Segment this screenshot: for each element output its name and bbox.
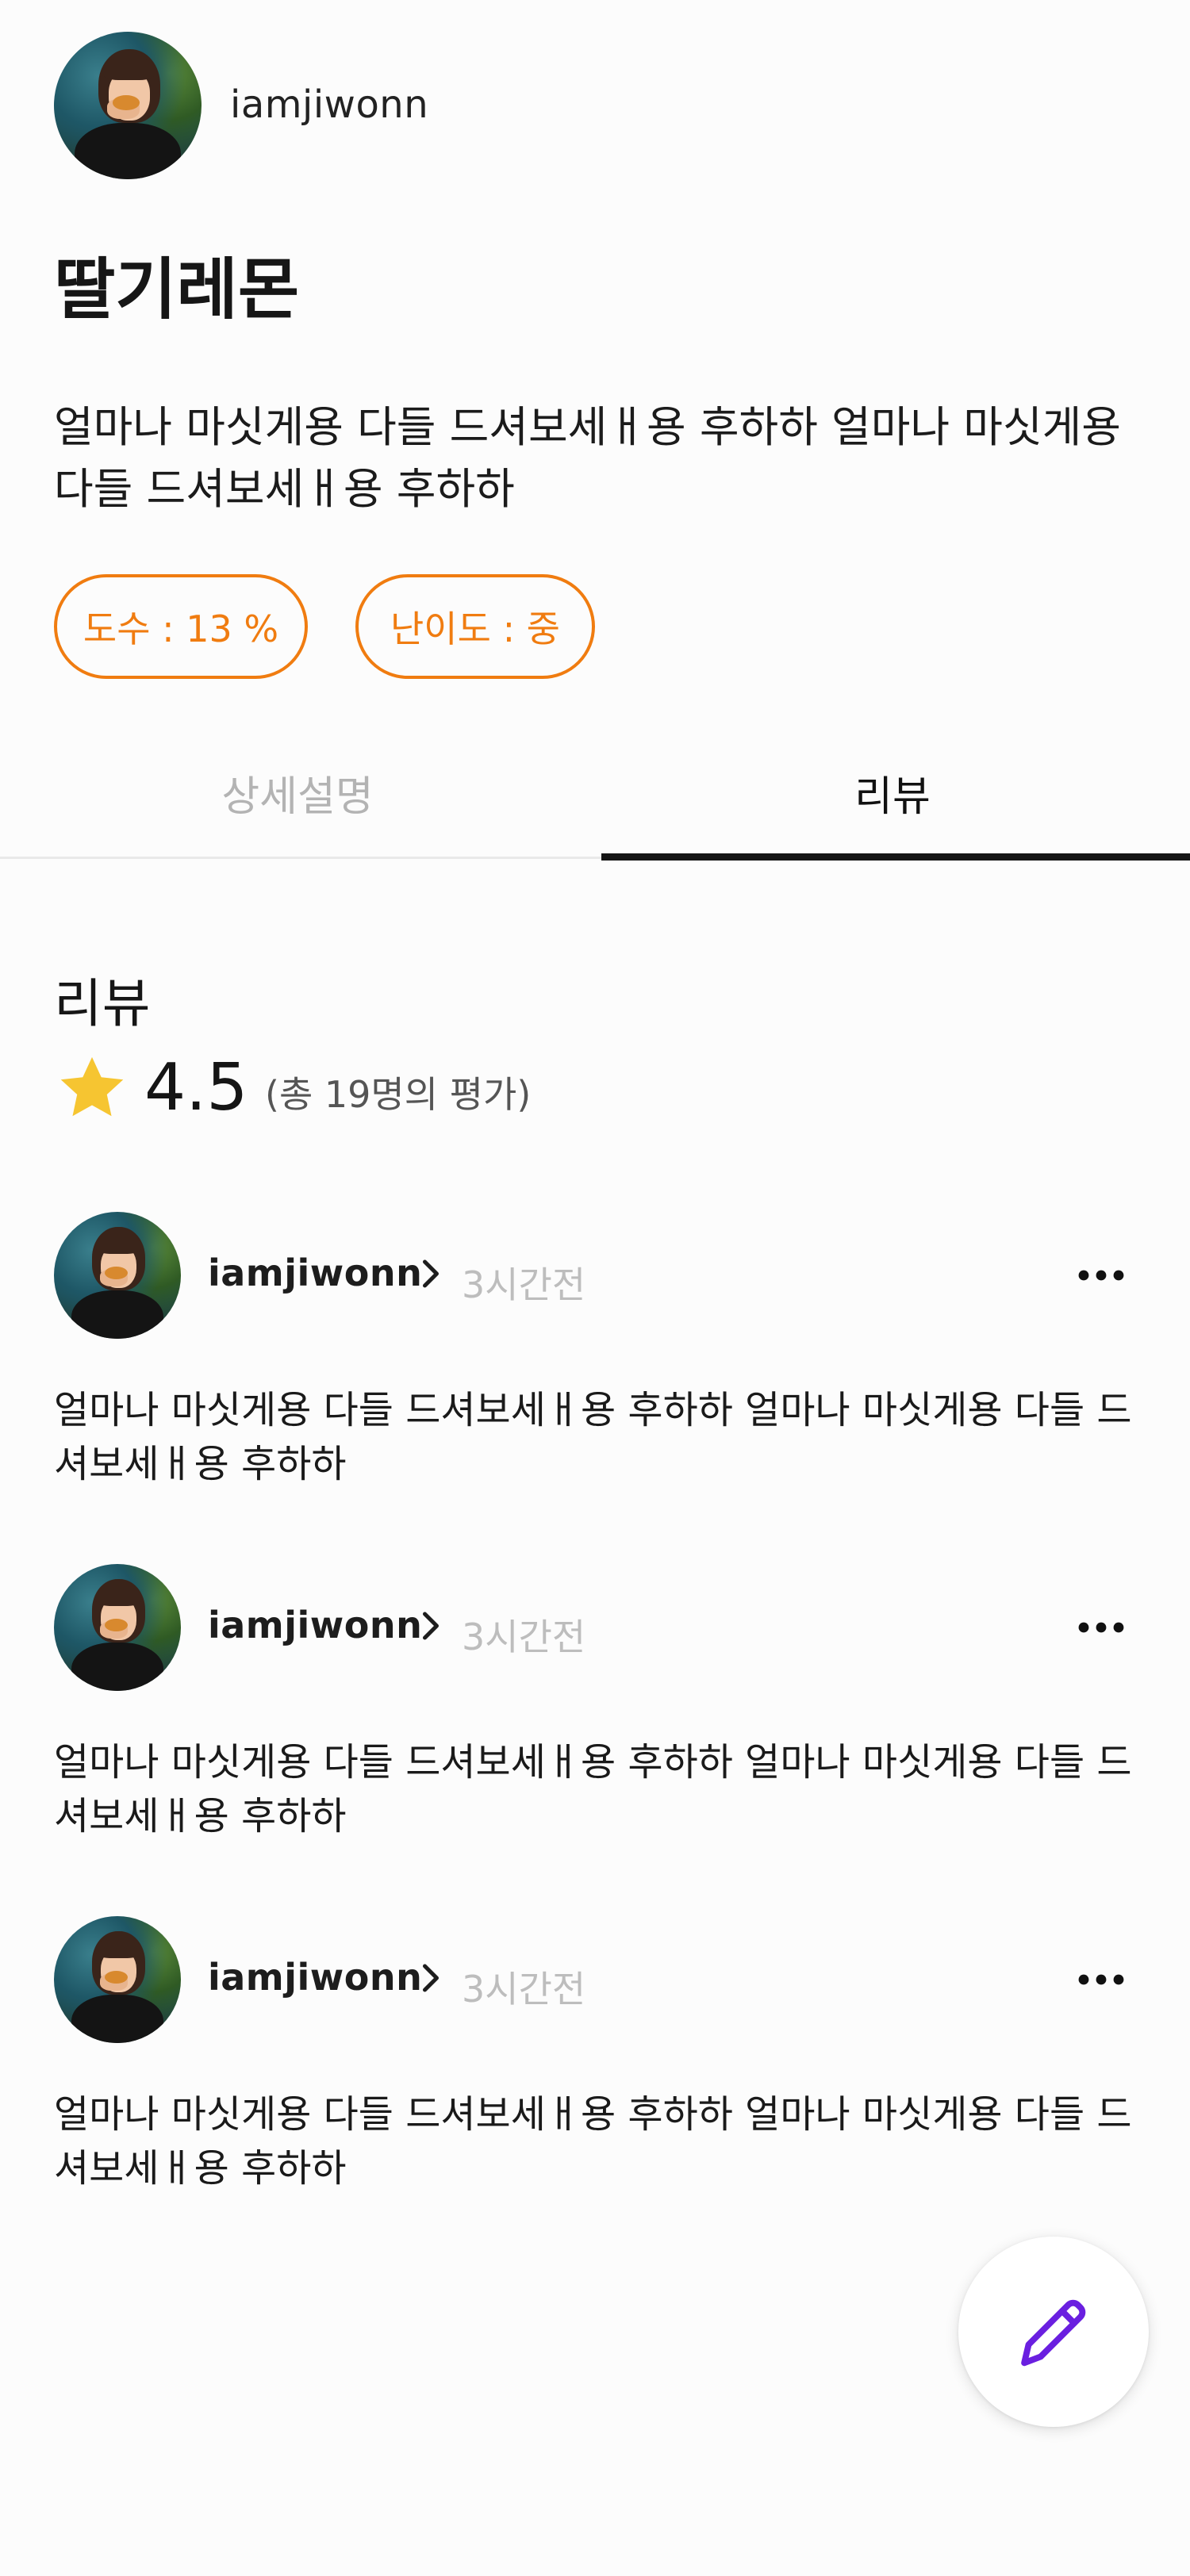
chevron-right-icon[interactable] — [419, 1610, 443, 1642]
review-item: iamjiwonn 3시간전 얼마나 마싯게용 다들 드셔보세ㅐ용 후하하 얼마… — [0, 1564, 1190, 1897]
reviewer-username[interactable]: iamjiwonn — [208, 1604, 422, 1646]
review-item: iamjiwonn 3시간전 얼마나 마싯게용 다들 드셔보세ㅐ용 후하하 얼마… — [0, 1916, 1190, 2249]
reviewer-avatar[interactable] — [54, 1212, 181, 1339]
reviewer-username[interactable]: iamjiwonn — [208, 1252, 422, 1294]
drink-title: 딸기레몬 — [54, 251, 300, 328]
difficulty-tag: 난이도 : 중 — [355, 574, 595, 679]
rating-count: (총 19명의 평가) — [265, 1073, 532, 1116]
tab-detail[interactable]: 상세설명 — [0, 763, 595, 822]
more-horizontal-icon[interactable] — [1076, 1258, 1127, 1293]
review-text: 얼마나 마싯게용 다들 드셔보세ㅐ용 후하하 얼마나 마싯게용 다들 드셔보세ㅐ… — [54, 2092, 1132, 2191]
reviewer-username[interactable]: iamjiwonn — [208, 1956, 422, 1999]
review-item: iamjiwonn 3시간전 얼마나 마싯게용 다들 드셔보세ㅐ용 후하하 얼마… — [0, 1212, 1190, 1545]
drink-description: 얼마나 마싯게용 다들 드셔보세ㅐ용 후하하 얼마나 마싯게용 다들 드셔보세ㅐ… — [54, 402, 1121, 514]
review-text: 얼마나 마싯게용 다들 드셔보세ㅐ용 후하하 얼마나 마싯게용 다들 드셔보세ㅐ… — [54, 1388, 1132, 1486]
write-review-button[interactable] — [958, 2237, 1149, 2427]
tab-review[interactable]: 리뷰 — [595, 763, 1190, 822]
more-horizontal-icon[interactable] — [1076, 1610, 1127, 1645]
more-horizontal-icon[interactable] — [1076, 1962, 1127, 1997]
review-time: 3시간전 — [462, 1968, 586, 2011]
drink-detail-page: iamjiwonn 딸기레몬 얼마나 마싯게용 다들 드셔보세ㅐ용 후하하 얼마… — [0, 0, 1190, 2576]
reviewer-avatar[interactable] — [54, 1564, 181, 1691]
chevron-right-icon[interactable] — [419, 1962, 443, 1994]
review-time: 3시간전 — [462, 1263, 586, 1306]
chevron-right-icon[interactable] — [419, 1258, 443, 1290]
abv-tag: 도수 : 13 % — [54, 574, 308, 679]
owner-avatar[interactable] — [54, 32, 202, 179]
review-time: 3시간전 — [462, 1616, 586, 1658]
reviewer-avatar[interactable] — [54, 1916, 181, 2043]
active-tab-indicator — [601, 853, 1190, 861]
owner-username[interactable]: iamjiwonn — [230, 82, 428, 127]
review-text: 얼마나 마싯게용 다들 드셔보세ㅐ용 후하하 얼마나 마싯게용 다들 드셔보세ㅐ… — [54, 1740, 1132, 1838]
reviews-section-title: 리뷰 — [54, 973, 151, 1034]
average-rating: 4.5 — [144, 1050, 248, 1125]
pencil-icon — [1021, 2299, 1086, 2367]
star-icon — [60, 1056, 124, 1117]
